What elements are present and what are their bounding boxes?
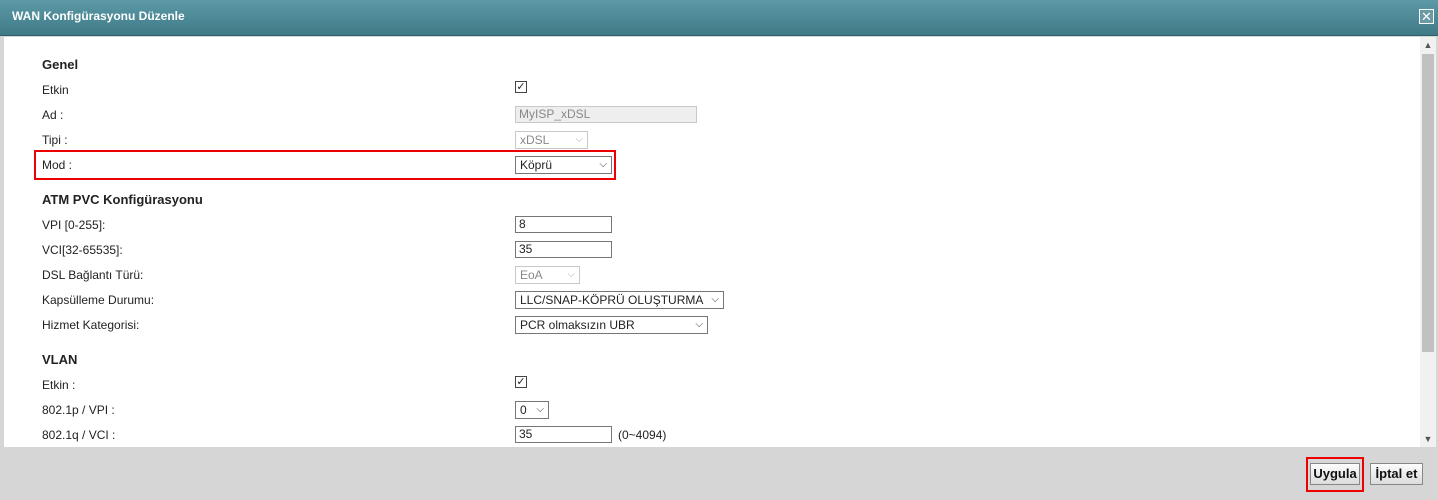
name-input: MyISP_xDSL: [515, 106, 697, 123]
general-enabled-checkbox[interactable]: ✓: [515, 81, 527, 93]
service-category-label: Hizmet Kategorisi:: [42, 318, 140, 332]
encapsulation-select-value: LLC/SNAP-KÖPRÜ OLUŞTURMA: [520, 293, 704, 307]
dot1q-label: 802.1q / VCI :: [42, 428, 116, 442]
dsl-type-label: DSL Bağlantı Türü:: [42, 268, 144, 282]
chevron-down-icon: ⌵: [599, 159, 607, 170]
mode-select-value: Köprü: [520, 158, 553, 172]
encapsulation-select[interactable]: LLC/SNAP-KÖPRÜ OLUŞTURMA ⌵: [515, 291, 724, 309]
chevron-down-icon: ⌵: [695, 319, 703, 330]
dot1p-select-value: 0: [520, 403, 527, 417]
dot1p-select[interactable]: 0 ⌵: [515, 401, 549, 419]
dialog-footer: Uygula İptal et: [0, 450, 1438, 500]
check-icon: ✓: [516, 376, 526, 388]
section-atm-heading: ATM PVC Konfigürasyonu: [42, 192, 203, 207]
vlan-enabled-label: Etkin :: [42, 378, 76, 392]
mode-label: Mod :: [42, 158, 73, 172]
dsl-type-select-value: EoA: [520, 268, 543, 282]
check-icon: ✓: [516, 81, 526, 93]
dot1q-range-hint: (0~4094): [618, 428, 667, 442]
vci-input[interactable]: 35: [515, 241, 612, 258]
dialog-content: Genel Etkin ✓ Ad : MyISP_xDSL Tipi : xDS…: [4, 37, 1420, 447]
vci-label: VCI[32-65535]:: [42, 243, 123, 257]
dialog-titlebar: WAN Konfigürasyonu Düzenle ✕: [0, 0, 1438, 36]
vpi-input[interactable]: 8: [515, 216, 612, 233]
chevron-down-icon: ⌵: [536, 404, 544, 415]
vpi-label: VPI [0-255]:: [42, 218, 106, 232]
section-vlan-heading: VLAN: [42, 352, 78, 367]
section-general-heading: Genel: [42, 57, 79, 72]
general-enabled-label: Etkin: [42, 83, 69, 97]
cancel-button[interactable]: İptal et: [1370, 463, 1423, 485]
mode-select[interactable]: Köprü ⌵: [515, 156, 612, 174]
chevron-down-icon: ⌵: [575, 134, 583, 145]
dialog-title: WAN Konfigürasyonu Düzenle: [12, 9, 185, 23]
service-category-select-value: PCR olmaksızın UBR: [520, 318, 635, 332]
type-select: xDSL ⌵: [515, 131, 588, 149]
name-label: Ad :: [42, 108, 64, 122]
type-label: Tipi :: [42, 133, 68, 147]
encapsulation-label: Kapsülleme Durumu:: [42, 293, 155, 307]
dot1p-label: 802.1p / VPI :: [42, 403, 115, 417]
chevron-down-icon: ⌵: [567, 269, 575, 280]
vlan-enabled-checkbox[interactable]: ✓: [515, 376, 527, 388]
close-icon[interactable]: ✕: [1419, 9, 1434, 24]
content-scrollbar[interactable]: ▲ ▼: [1420, 37, 1436, 447]
dsl-type-select: EoA ⌵: [515, 266, 580, 284]
service-category-select[interactable]: PCR olmaksızın UBR ⌵: [515, 316, 708, 334]
scrollbar-thumb[interactable]: [1422, 54, 1434, 352]
apply-button[interactable]: Uygula: [1310, 463, 1360, 485]
type-select-value: xDSL: [520, 133, 550, 147]
dot1q-input[interactable]: 35: [515, 426, 612, 443]
scroll-down-icon[interactable]: ▼: [1420, 431, 1436, 447]
scroll-up-icon[interactable]: ▲: [1420, 37, 1436, 53]
chevron-down-icon: ⌵: [711, 294, 719, 305]
